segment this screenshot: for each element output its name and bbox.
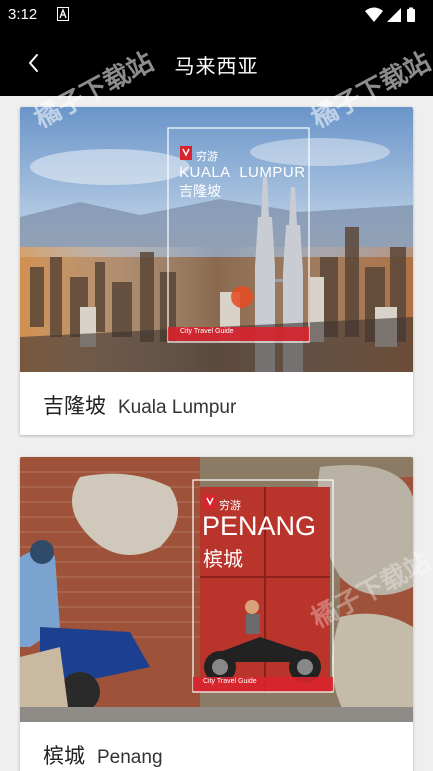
- page-title: 马来西亚: [174, 56, 259, 78]
- status-bar: 3:12: [0, 0, 433, 30]
- city-caption: 吉隆坡 Kuala Lumpur: [43, 390, 236, 420]
- cover-brand: 穷游: [196, 151, 218, 163]
- city-card-penang[interactable]: 穷游 PENANG 槟城 City Travel Guide 槟城 Penang: [20, 457, 413, 771]
- signal-icon: [387, 8, 401, 22]
- city-name-cn: 吉隆坡: [43, 395, 106, 418]
- city-name-cn: 槟城: [43, 745, 85, 768]
- notification-icon: [57, 7, 69, 21]
- city-name-en: Kuala Lumpur: [118, 397, 237, 418]
- battery-icon: [407, 9, 415, 22]
- cover-series: City Travel Guide: [180, 328, 234, 335]
- city-caption: 槟城 Penang: [43, 740, 163, 770]
- cover-title-cn: 槟城: [203, 549, 243, 571]
- city-name-en: Penang: [97, 747, 163, 768]
- cover-series: City Travel Guide: [203, 678, 257, 685]
- app-bar: 马来西亚: [0, 30, 433, 96]
- status-time: 3:12: [8, 6, 38, 23]
- cover-title-cn: 吉隆坡: [179, 183, 221, 199]
- city-card-kuala-lumpur[interactable]: 穷游 KUALA LUMPUR 吉隆坡 City Travel Guide 吉隆…: [20, 107, 413, 435]
- wifi-icon: [365, 7, 383, 22]
- system-icons: [365, 7, 415, 22]
- cover-title-en: KUALA LUMPUR: [179, 164, 306, 181]
- city-list: 穷游 KUALA LUMPUR 吉隆坡 City Travel Guide 吉隆…: [0, 96, 433, 771]
- cover-title-en: PENANG: [202, 511, 317, 541]
